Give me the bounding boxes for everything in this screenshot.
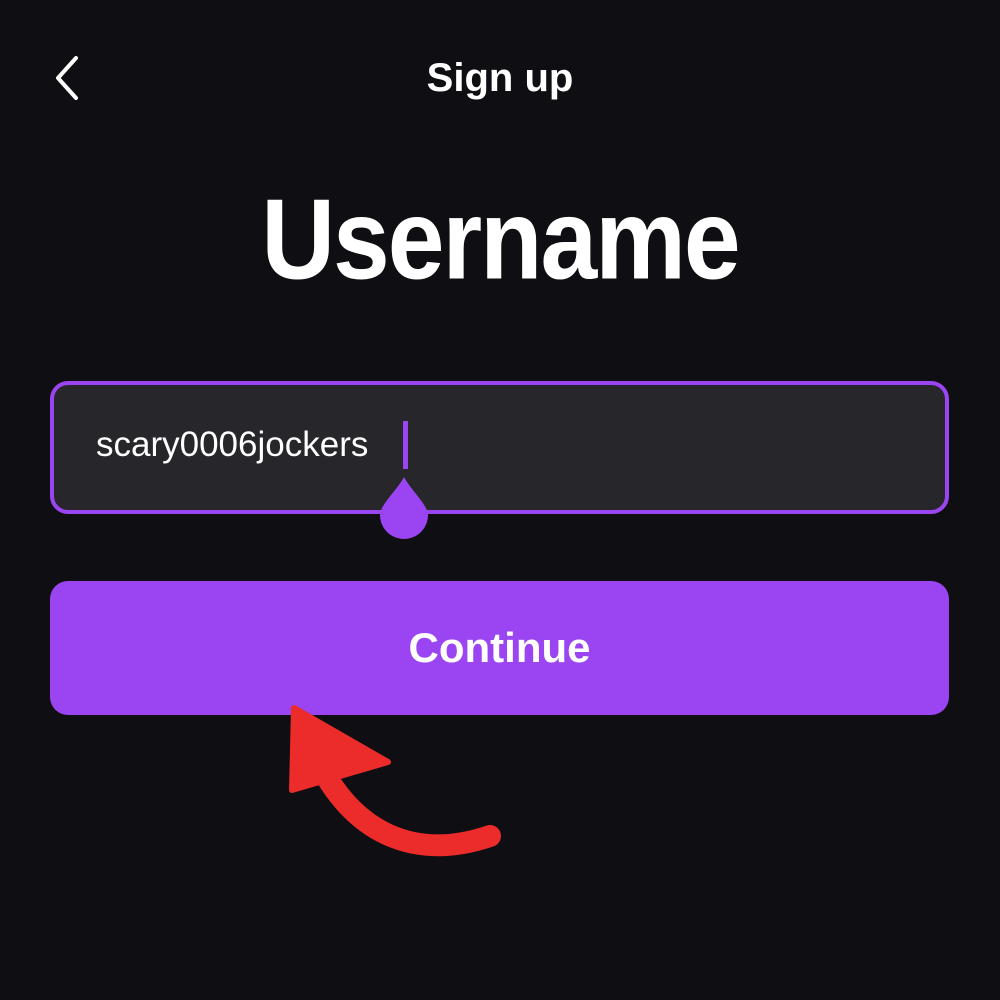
username-input[interactable] [54, 385, 945, 510]
page-title: Username [261, 175, 740, 304]
curved-arrow-icon [289, 705, 501, 857]
username-field[interactable] [50, 381, 949, 514]
header-title: Sign up [426, 56, 574, 100]
cursor-handle-icon[interactable] [376, 471, 432, 541]
continue-button-label: Continue [408, 624, 591, 671]
text-cursor [403, 421, 408, 469]
continue-button[interactable]: Continue [50, 581, 949, 715]
